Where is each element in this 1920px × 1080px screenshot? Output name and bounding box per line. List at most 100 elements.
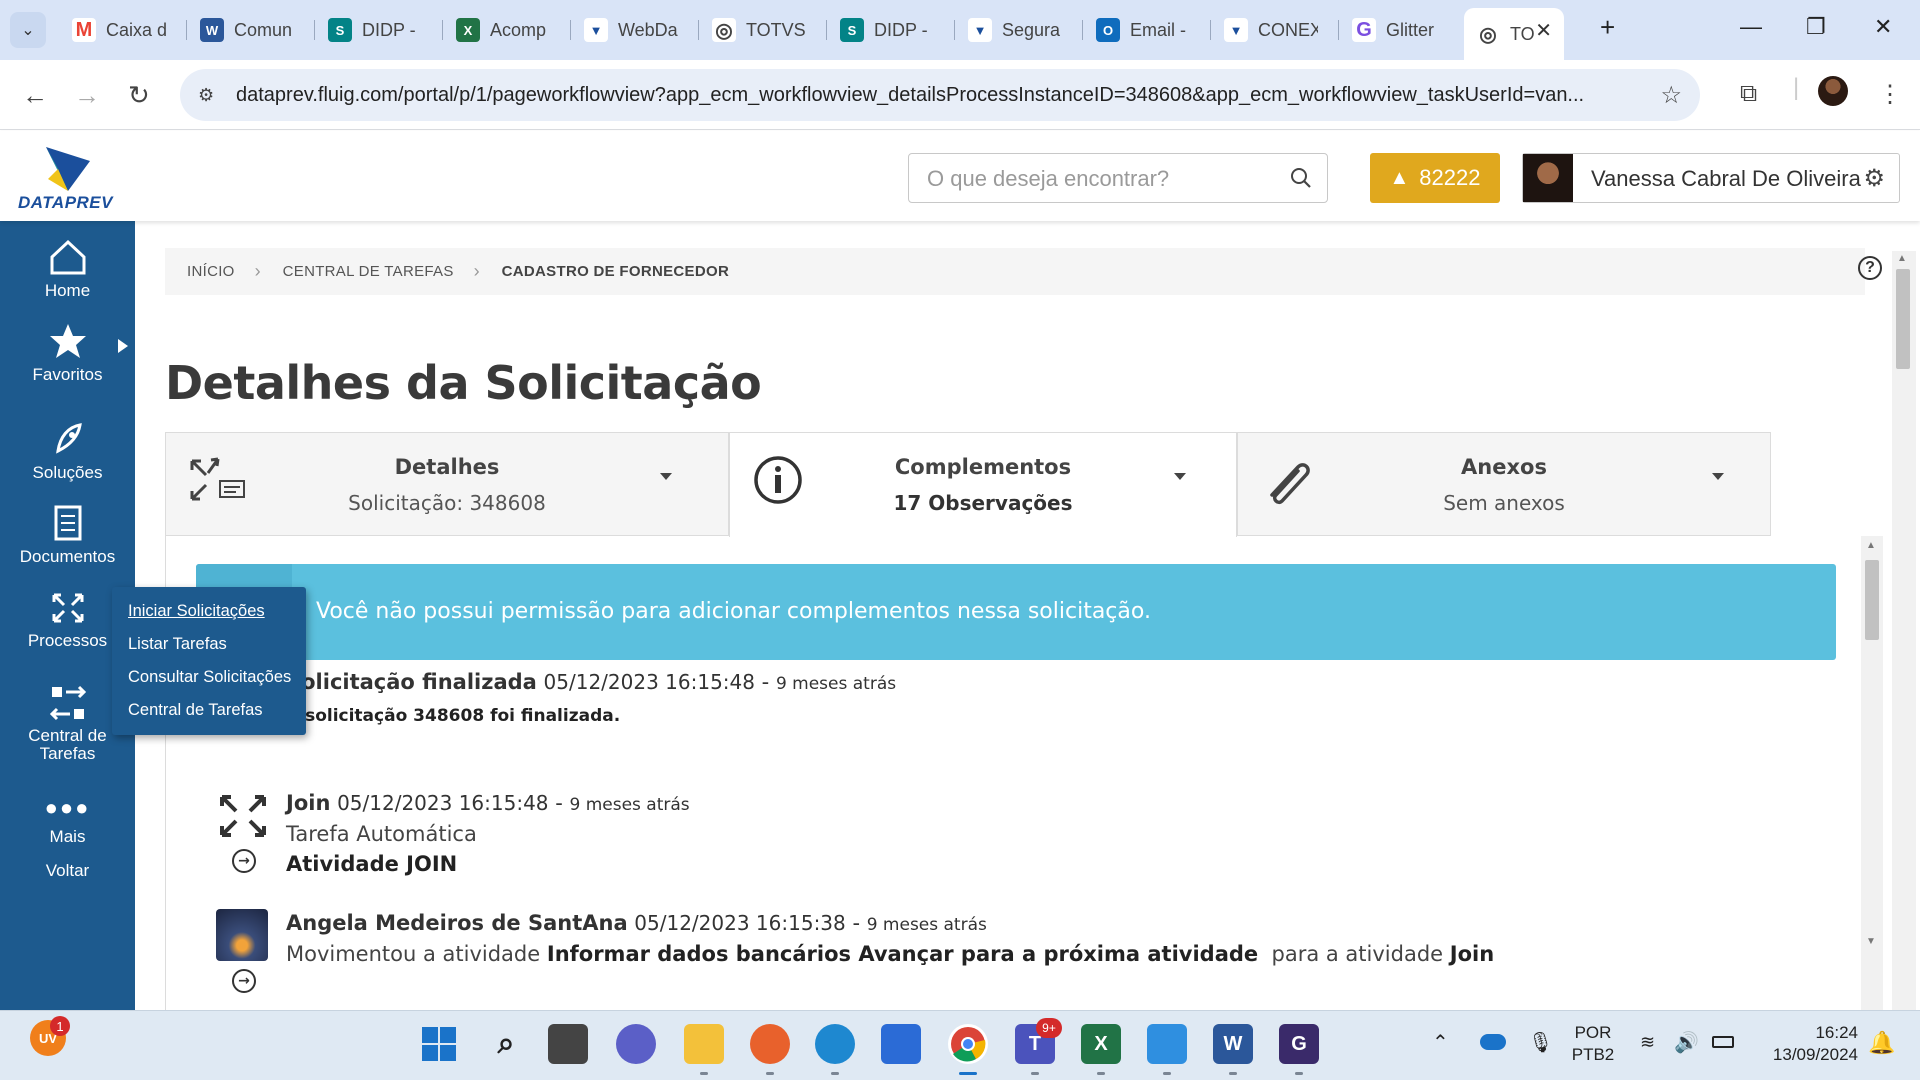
- browser-tab-outlook[interactable]: O Email -: [1084, 10, 1209, 50]
- back-icon[interactable]: ←: [22, 80, 48, 111]
- browser-tab-glitter[interactable]: G Glitter: [1340, 10, 1465, 50]
- chevron-down-icon[interactable]: [660, 473, 672, 480]
- browser-profile-avatar[interactable]: [1818, 76, 1848, 106]
- tab-separator: [1210, 20, 1211, 40]
- gear-icon[interactable]: ⚙: [1863, 164, 1885, 193]
- file-explorer-icon[interactable]: [684, 1024, 724, 1064]
- nav-item-favoritos[interactable]: Favoritos: [0, 321, 135, 385]
- tab-search-button[interactable]: ⌄: [10, 12, 46, 48]
- close-window-icon[interactable]: ✕: [1874, 14, 1892, 40]
- chat-icon[interactable]: [616, 1024, 656, 1064]
- restore-icon[interactable]: ❐: [1806, 14, 1826, 40]
- menu-item-central-de-tarefas[interactable]: Central de Tarefas: [128, 701, 263, 720]
- browser-tab-sharepoint-2[interactable]: S DIDP -: [828, 10, 953, 50]
- firefox-icon[interactable]: [750, 1024, 790, 1064]
- menu-item-listar-tarefas[interactable]: Listar Tarefas: [128, 635, 227, 654]
- breadcrumb-inicio[interactable]: Início: [187, 263, 235, 280]
- user-menu[interactable]: Vanessa Cabral De Oliveira ⚙: [1522, 153, 1900, 203]
- search-icon[interactable]: ⌕: [486, 1024, 526, 1064]
- wifi-icon[interactable]: ≋: [1640, 1032, 1655, 1053]
- browser-tab-sharepoint[interactable]: S DIDP -: [316, 10, 441, 50]
- teams-notification-count: 9+: [1036, 1018, 1062, 1038]
- forward-icon[interactable]: →: [74, 80, 100, 111]
- favoritos-expand-arrow[interactable]: [118, 339, 128, 353]
- photos-icon[interactable]: [1147, 1024, 1187, 1064]
- onedrive-icon[interactable]: [1480, 1034, 1506, 1050]
- breadcrumb-central-de-tarefas[interactable]: Central de Tarefas: [283, 263, 454, 280]
- edge-icon[interactable]: [815, 1024, 855, 1064]
- logo-text: DATAPREV: [18, 193, 113, 212]
- card-detalhes[interactable]: Detalhes Solicitação: 348608: [165, 432, 729, 536]
- nav-item-solucoes[interactable]: Soluções: [0, 419, 135, 483]
- chrome-icon[interactable]: [948, 1024, 988, 1064]
- running-indicator: [1229, 1072, 1237, 1075]
- browser-tab-webdata[interactable]: ▼ WebDa: [572, 10, 697, 50]
- arrow-right-circle-icon[interactable]: →: [232, 969, 256, 993]
- search-icon[interactable]: [1289, 166, 1313, 190]
- browser-tab-conex[interactable]: ▼ CONEX: [1212, 10, 1337, 50]
- browser-tab-segura[interactable]: ▼ Segura: [956, 10, 1081, 50]
- card-anexos[interactable]: Anexos Sem anexos: [1237, 432, 1771, 536]
- language-indicator[interactable]: POR PTB2: [1568, 1022, 1618, 1066]
- clock[interactable]: 16:24 13/09/2024: [1758, 1022, 1858, 1066]
- page-scroll-thumb[interactable]: [1896, 269, 1910, 369]
- timeline-header: Solicitação finalizada 05/12/2023 16:15:…: [286, 670, 897, 694]
- panel-scrollbar[interactable]: ▲ ▼: [1861, 536, 1883, 1010]
- clock-date: 13/09/2024: [1772, 1045, 1858, 1064]
- card-complementos[interactable]: Complementos 17 Observações: [729, 432, 1237, 537]
- timeline-date: 05/12/2023 16:15:38: [634, 911, 846, 935]
- excel-icon[interactable]: X: [1081, 1024, 1121, 1064]
- sharepoint-icon: S: [840, 18, 864, 42]
- site-info-icon[interactable]: ⚙: [198, 85, 220, 106]
- card-subtitle: 17 Observações: [893, 491, 1073, 515]
- bookmark-star-icon[interactable]: ☆: [1660, 81, 1682, 110]
- address-bar[interactable]: ⚙ dataprev.fluig.com/portal/p/1/pagework…: [180, 69, 1700, 121]
- scroll-up-icon[interactable]: ▲: [1866, 540, 1876, 551]
- task-view-icon[interactable]: [548, 1024, 588, 1064]
- menu-item-iniciar-solicitacoes[interactable]: Iniciar Solicitações: [128, 602, 265, 621]
- browser-tab-word[interactable]: W Comun: [188, 10, 313, 50]
- chevron-down-icon[interactable]: [1712, 473, 1724, 480]
- store-icon[interactable]: [881, 1024, 921, 1064]
- page-scrollbar[interactable]: ▲: [1892, 251, 1916, 1010]
- alerts-button[interactable]: ▲ 82222: [1370, 153, 1500, 203]
- minimize-icon[interactable]: —: [1740, 14, 1762, 40]
- nav-item-home[interactable]: Home: [0, 237, 135, 301]
- glitter-icon[interactable]: G: [1279, 1024, 1319, 1064]
- browser-menu-icon[interactable]: ⋮: [1878, 80, 1902, 109]
- extensions-icon[interactable]: ⧉: [1740, 80, 1757, 108]
- notification-bell-icon[interactable]: 🔔: [1868, 1030, 1895, 1056]
- help-icon[interactable]: ?: [1858, 256, 1882, 280]
- chevron-down-icon[interactable]: [1174, 473, 1186, 480]
- scroll-down-icon[interactable]: ▼: [1866, 936, 1876, 947]
- timeline-text-mid: para a atividade: [1271, 942, 1444, 966]
- panel-scroll-thumb[interactable]: [1865, 560, 1879, 640]
- nav-item-voltar[interactable]: Voltar: [0, 861, 135, 881]
- browser-tab-active[interactable]: ◎ TO ✕: [1464, 8, 1564, 60]
- nav-item-mais[interactable]: ●●● Mais: [0, 797, 135, 847]
- browser-tab-excel[interactable]: X Acomp: [444, 10, 569, 50]
- close-tab-icon[interactable]: ✕: [1535, 18, 1552, 43]
- totvs-icon: ◎: [1476, 22, 1500, 46]
- chevron-up-icon[interactable]: ⌃: [1432, 1030, 1449, 1055]
- word-icon[interactable]: W: [1213, 1024, 1253, 1064]
- reload-icon[interactable]: ↻: [128, 80, 150, 111]
- microphone-icon[interactable]: 🎙: [1528, 1030, 1553, 1055]
- browser-tab-gmail[interactable]: M Caixa d: [60, 10, 185, 50]
- search-input[interactable]: [927, 166, 1267, 192]
- tab-label: Segura: [1002, 19, 1061, 40]
- notification-count: 1: [50, 1016, 70, 1036]
- new-tab-icon[interactable]: +: [1600, 12, 1615, 43]
- nav-label: Mais: [49, 827, 86, 846]
- info-banner: Você não possui permissão para adicionar…: [196, 564, 1836, 660]
- browser-tab-totvs[interactable]: ◎ TOTVS: [700, 10, 825, 50]
- excel-icon: X: [456, 18, 480, 42]
- start-icon[interactable]: [419, 1024, 459, 1064]
- scroll-up-icon[interactable]: ▲: [1897, 253, 1907, 264]
- nav-item-documentos[interactable]: Documentos: [0, 503, 135, 567]
- battery-icon[interactable]: [1712, 1036, 1734, 1048]
- timeline-date: 05/12/2023 16:15:48: [337, 791, 549, 815]
- arrow-right-circle-icon[interactable]: →: [232, 849, 256, 873]
- volume-icon[interactable]: 🔊: [1674, 1030, 1699, 1055]
- menu-item-consultar-solicitacoes[interactable]: Consultar Solicitações: [128, 668, 291, 687]
